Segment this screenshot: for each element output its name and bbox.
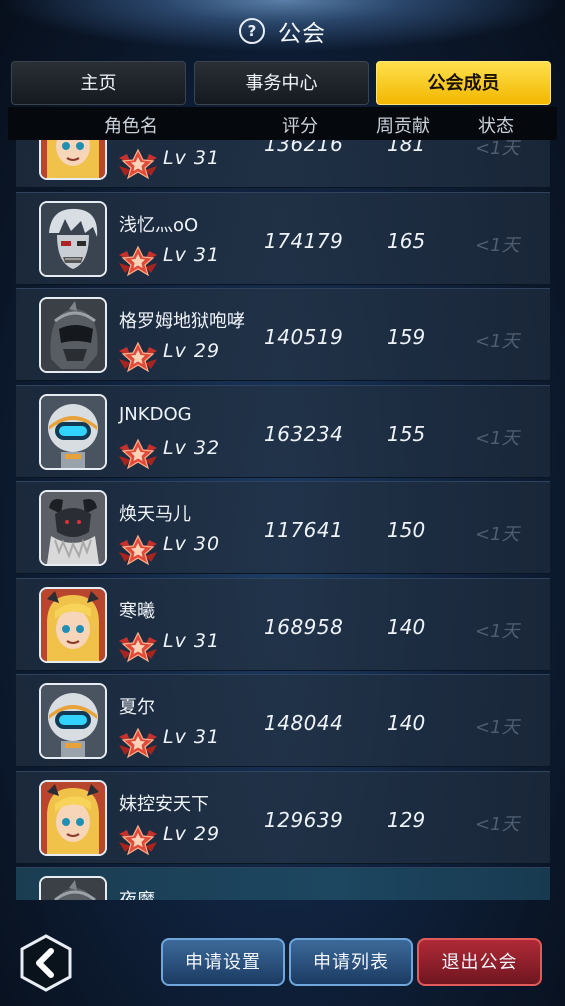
member-contribution: 155 xyxy=(387,421,426,446)
member-row[interactable]: 夜魔 xyxy=(16,867,550,900)
member-level: Lv 31 xyxy=(163,147,221,169)
chevron-left-icon xyxy=(20,934,72,992)
member-contribution: 150 xyxy=(387,518,426,542)
rank-emblem-icon xyxy=(117,727,159,759)
avatar[interactable] xyxy=(39,393,107,470)
member-contribution: 140 xyxy=(387,711,426,735)
member-row[interactable]: 焕天马儿 117641 150 <1天 Lv 30 xyxy=(16,481,550,574)
help-icon[interactable]: ? xyxy=(238,18,265,44)
column-name-header[interactable]: 角色名 xyxy=(104,112,158,138)
apply-list-button[interactable]: 申请列表 xyxy=(289,938,413,986)
rank-emblem-icon xyxy=(117,438,159,470)
avatar[interactable] xyxy=(39,200,107,277)
member-level: Lv 31 xyxy=(163,629,221,652)
member-status: <1天 xyxy=(475,620,520,642)
member-level: Lv 29 xyxy=(163,340,221,362)
member-name: 浅忆灬oO xyxy=(119,214,199,236)
member-status: <1天 xyxy=(475,427,520,449)
avatar[interactable] xyxy=(39,683,107,759)
rank-emblem-icon xyxy=(117,631,159,663)
tab-affairs-center[interactable]: 事务中心 xyxy=(194,61,369,105)
rank-emblem-icon xyxy=(117,341,159,373)
member-name: JNKDOG xyxy=(119,403,192,425)
column-contribution-header[interactable]: 周贡献 xyxy=(376,112,430,138)
member-score: 136216 xyxy=(264,140,344,156)
member-status: <1天 xyxy=(475,717,520,738)
avatar[interactable] xyxy=(39,490,107,566)
rank-emblem-icon xyxy=(117,148,159,180)
leave-guild-button[interactable]: 退出公会 xyxy=(417,938,542,986)
member-score: 168958 xyxy=(264,614,344,639)
member-level: Lv 31 xyxy=(163,726,221,748)
column-status-header[interactable]: 状态 xyxy=(478,112,514,138)
member-row[interactable]: 夏尔 148044 140 <1天 Lv 31 xyxy=(16,674,550,767)
back-button[interactable] xyxy=(18,934,74,992)
apply-settings-button[interactable]: 申请设置 xyxy=(161,938,285,986)
rank-emblem-icon xyxy=(117,245,159,277)
column-score-header[interactable]: 评分 xyxy=(282,112,318,138)
member-level: Lv 31 xyxy=(163,243,221,266)
avatar[interactable] xyxy=(39,140,107,180)
avatar[interactable] xyxy=(39,779,107,856)
rank-emblem-icon xyxy=(117,824,159,856)
member-contribution: 165 xyxy=(387,228,426,253)
member-status: <1天 xyxy=(475,234,520,256)
member-name: 寒曦 xyxy=(119,600,155,622)
member-contribution: 159 xyxy=(387,325,426,349)
member-row[interactable]: 妹控安天下 129639 129 <1天 Lv 29 xyxy=(16,770,550,864)
member-name: 格罗姆地狱咆哮 xyxy=(119,311,245,332)
member-list[interactable]: 136216 181 <1天 Lv 31 浅忆灬oO 174179 165 <1天 Lv … xyxy=(16,140,550,900)
tab-bar: 主页 事务中心 公会成员 xyxy=(11,61,551,105)
member-status: <1天 xyxy=(475,140,520,159)
member-name: 焕天马儿 xyxy=(119,504,191,525)
member-row[interactable]: 浅忆灬oO 174179 165 <1天 Lv 31 xyxy=(16,191,550,285)
avatar[interactable] xyxy=(39,876,107,900)
member-status: <1天 xyxy=(475,331,520,352)
column-header: 角色名 评分 周贡献 状态 xyxy=(8,107,557,140)
member-name: 妹控安天下 xyxy=(119,793,209,815)
avatar[interactable] xyxy=(39,586,107,663)
member-row[interactable]: 格罗姆地狱咆哮 140519 159 <1天 Lv 29 xyxy=(16,288,550,381)
rank-emblem-icon xyxy=(117,534,159,566)
member-score: 129639 xyxy=(264,807,344,832)
member-level: Lv 29 xyxy=(163,822,221,845)
member-row[interactable]: JNKDOG 163234 155 <1天 Lv 32 xyxy=(16,384,550,478)
avatar[interactable] xyxy=(39,297,107,373)
member-row[interactable]: 寒曦 168958 140 <1天 Lv 31 xyxy=(16,577,550,671)
tab-guild-members[interactable]: 公会成员 xyxy=(376,61,551,105)
member-score: 117641 xyxy=(264,518,344,542)
member-contribution: 181 xyxy=(387,140,426,156)
member-row[interactable]: 136216 181 <1天 Lv 31 xyxy=(16,140,550,188)
member-contribution: 140 xyxy=(387,614,426,639)
member-status: <1天 xyxy=(475,813,520,835)
member-level: Lv 32 xyxy=(163,436,221,459)
member-status: <1天 xyxy=(475,524,520,545)
member-score: 163234 xyxy=(264,421,344,446)
member-score: 174179 xyxy=(264,228,344,253)
page-header: ? 公会 xyxy=(0,14,565,48)
member-level: Lv 30 xyxy=(163,533,221,555)
member-contribution: 129 xyxy=(387,807,426,832)
page-title: 公会 xyxy=(278,21,327,47)
tab-home[interactable]: 主页 xyxy=(11,61,186,105)
member-name: 夏尔 xyxy=(119,697,155,718)
member-score: 148044 xyxy=(264,711,344,735)
member-name: 夜魔 xyxy=(119,886,155,900)
member-score: 140519 xyxy=(264,325,344,349)
